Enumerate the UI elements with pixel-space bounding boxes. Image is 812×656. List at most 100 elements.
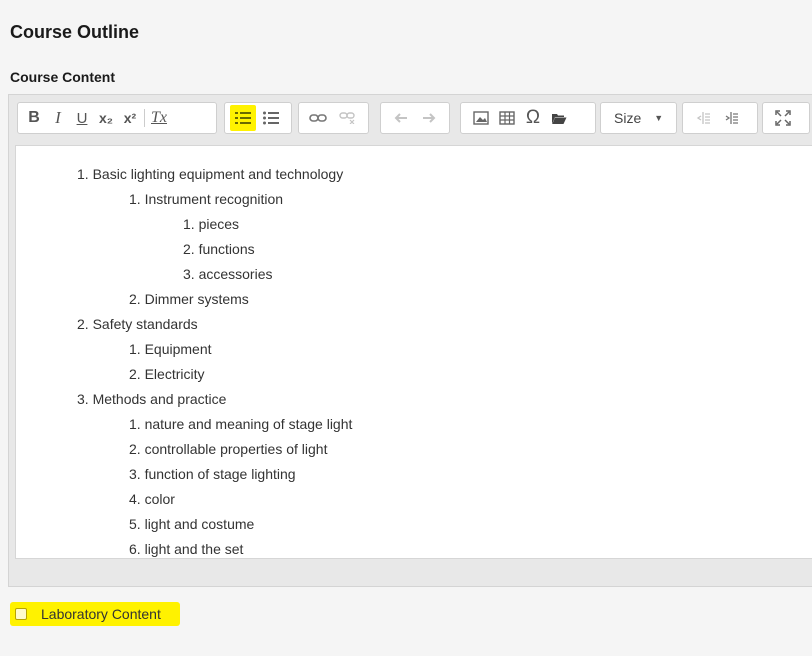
outline-item-number: 1. bbox=[129, 416, 141, 432]
outline-item-number: 2. bbox=[77, 316, 89, 332]
indent-group bbox=[682, 102, 758, 134]
outline-item-number: 1. bbox=[77, 166, 89, 182]
laboratory-content-option[interactable]: Laboratory Content bbox=[10, 602, 180, 626]
bullet-list-button[interactable] bbox=[259, 105, 283, 131]
outline-item-text: controllable properties of light bbox=[144, 441, 328, 457]
chevron-down-icon: ▼ bbox=[654, 113, 664, 123]
outline-item: 2. functions bbox=[16, 241, 352, 266]
unlink-button[interactable] bbox=[335, 105, 359, 131]
link-icon bbox=[309, 114, 327, 122]
course-outline-list: 1. Basic lighting equipment and technolo… bbox=[16, 166, 352, 558]
outline-item-text: nature and meaning of stage light bbox=[144, 416, 353, 432]
indent-icon bbox=[725, 112, 738, 124]
laboratory-content-label: Laboratory Content bbox=[41, 606, 161, 622]
outline-item: 6. light and the set bbox=[16, 541, 352, 558]
outline-item: 2. Safety standards bbox=[16, 316, 352, 341]
outline-item-text: Equipment bbox=[144, 341, 212, 357]
page-title: Course Outline bbox=[10, 22, 140, 42]
undo-arrow-icon bbox=[394, 113, 407, 123]
maximize-icon bbox=[775, 110, 791, 126]
outdent-icon bbox=[696, 112, 710, 124]
outline-item-text: color bbox=[144, 491, 175, 507]
outline-item-number: 3. bbox=[183, 266, 195, 282]
outline-item: 3. function of stage lighting bbox=[16, 466, 352, 491]
insert-group: Ω bbox=[460, 102, 596, 134]
outdent-button[interactable] bbox=[691, 105, 715, 131]
bold-button[interactable]: B bbox=[22, 105, 46, 131]
outline-item-text: Instrument recognition bbox=[144, 191, 284, 207]
bullet-list-icon bbox=[263, 111, 279, 125]
outline-item: 5. light and costume bbox=[16, 516, 352, 541]
underline-button[interactable]: U bbox=[70, 105, 94, 131]
outline-item-number: 3. bbox=[129, 466, 141, 482]
table-button[interactable] bbox=[495, 105, 519, 131]
editor-content-area[interactable]: 1. Basic lighting equipment and technolo… bbox=[15, 145, 812, 559]
undo-button[interactable] bbox=[389, 105, 413, 131]
numbered-list-button[interactable] bbox=[230, 105, 256, 131]
numbered-list-icon bbox=[235, 112, 251, 124]
superscript-button[interactable]: x² bbox=[118, 105, 142, 131]
special-character-button[interactable]: Ω bbox=[521, 105, 545, 131]
file-browser-button[interactable] bbox=[547, 105, 571, 131]
maximize-group bbox=[762, 102, 810, 134]
link-button[interactable] bbox=[305, 105, 331, 131]
link-group bbox=[298, 102, 369, 134]
outline-item-text: Electricity bbox=[144, 366, 205, 382]
outline-item-text: Safety standards bbox=[92, 316, 198, 332]
outline-item-number: 6. bbox=[129, 541, 141, 557]
outline-item-number: 2. bbox=[129, 441, 141, 457]
outline-item-text: light and the set bbox=[144, 541, 244, 557]
outline-item-text: light and costume bbox=[144, 516, 255, 532]
indent-button[interactable] bbox=[719, 105, 743, 131]
table-icon bbox=[499, 111, 515, 125]
size-dropdown-label: Size bbox=[614, 110, 642, 126]
outline-item-text: accessories bbox=[198, 266, 273, 282]
outline-item: 2. controllable properties of light bbox=[16, 441, 352, 466]
format-group: B I U x₂ x² Tx bbox=[17, 102, 217, 134]
outline-item: 1. Basic lighting equipment and technolo… bbox=[16, 166, 352, 191]
outline-item-text: function of stage lighting bbox=[144, 466, 296, 482]
redo-button[interactable] bbox=[417, 105, 441, 131]
subscript-button[interactable]: x₂ bbox=[94, 105, 118, 131]
outline-item-number: 1. bbox=[129, 341, 141, 357]
editor-toolbar: B I U x₂ x² Tx Ω Size ▼ bbox=[9, 95, 812, 143]
outline-item-number: 1. bbox=[183, 216, 195, 232]
list-group bbox=[224, 102, 292, 134]
outline-item: 1. pieces bbox=[16, 216, 352, 241]
history-group bbox=[380, 102, 450, 134]
image-button[interactable] bbox=[469, 105, 493, 131]
outline-item-text: Dimmer systems bbox=[144, 291, 249, 307]
folder-icon bbox=[552, 113, 567, 124]
image-icon bbox=[473, 111, 489, 125]
outline-item-text: functions bbox=[198, 241, 255, 257]
unlink-icon bbox=[339, 112, 355, 124]
outline-item-text: Basic lighting equipment and technology bbox=[92, 166, 344, 182]
outline-item-number: 3. bbox=[77, 391, 89, 407]
outline-item-number: 5. bbox=[129, 516, 141, 532]
outline-item-text: pieces bbox=[198, 216, 240, 232]
redo-arrow-icon bbox=[423, 113, 436, 123]
remove-format-button[interactable]: Tx bbox=[147, 105, 171, 131]
outline-item: 1. Equipment bbox=[16, 341, 352, 366]
rich-text-editor: B I U x₂ x² Tx Ω Size ▼ 1. Basic lightin… bbox=[8, 94, 812, 587]
outline-item: 1. Instrument recognition bbox=[16, 191, 352, 216]
outline-item-text: Methods and practice bbox=[92, 391, 227, 407]
outline-item: 1. nature and meaning of stage light bbox=[16, 416, 352, 441]
italic-button[interactable]: I bbox=[46, 105, 70, 131]
outline-item: 2. Electricity bbox=[16, 366, 352, 391]
outline-item-number: 2. bbox=[129, 291, 141, 307]
outline-item: 2. Dimmer systems bbox=[16, 291, 352, 316]
size-dropdown[interactable]: Size ▼ bbox=[600, 102, 677, 134]
laboratory-content-checkbox[interactable] bbox=[15, 608, 27, 620]
course-content-label: Course Content bbox=[10, 69, 115, 85]
outline-item-number: 1. bbox=[129, 191, 141, 207]
outline-item: 3. accessories bbox=[16, 266, 352, 291]
outline-item: 3. Methods and practice bbox=[16, 391, 352, 416]
outline-item-number: 2. bbox=[183, 241, 195, 257]
outline-item-number: 4. bbox=[129, 491, 141, 507]
omega-icon: Ω bbox=[525, 107, 541, 128]
outline-item: 4. color bbox=[16, 491, 352, 516]
outline-item-number: 2. bbox=[129, 366, 141, 382]
maximize-button[interactable] bbox=[771, 105, 795, 131]
toolbar-separator bbox=[144, 109, 145, 127]
